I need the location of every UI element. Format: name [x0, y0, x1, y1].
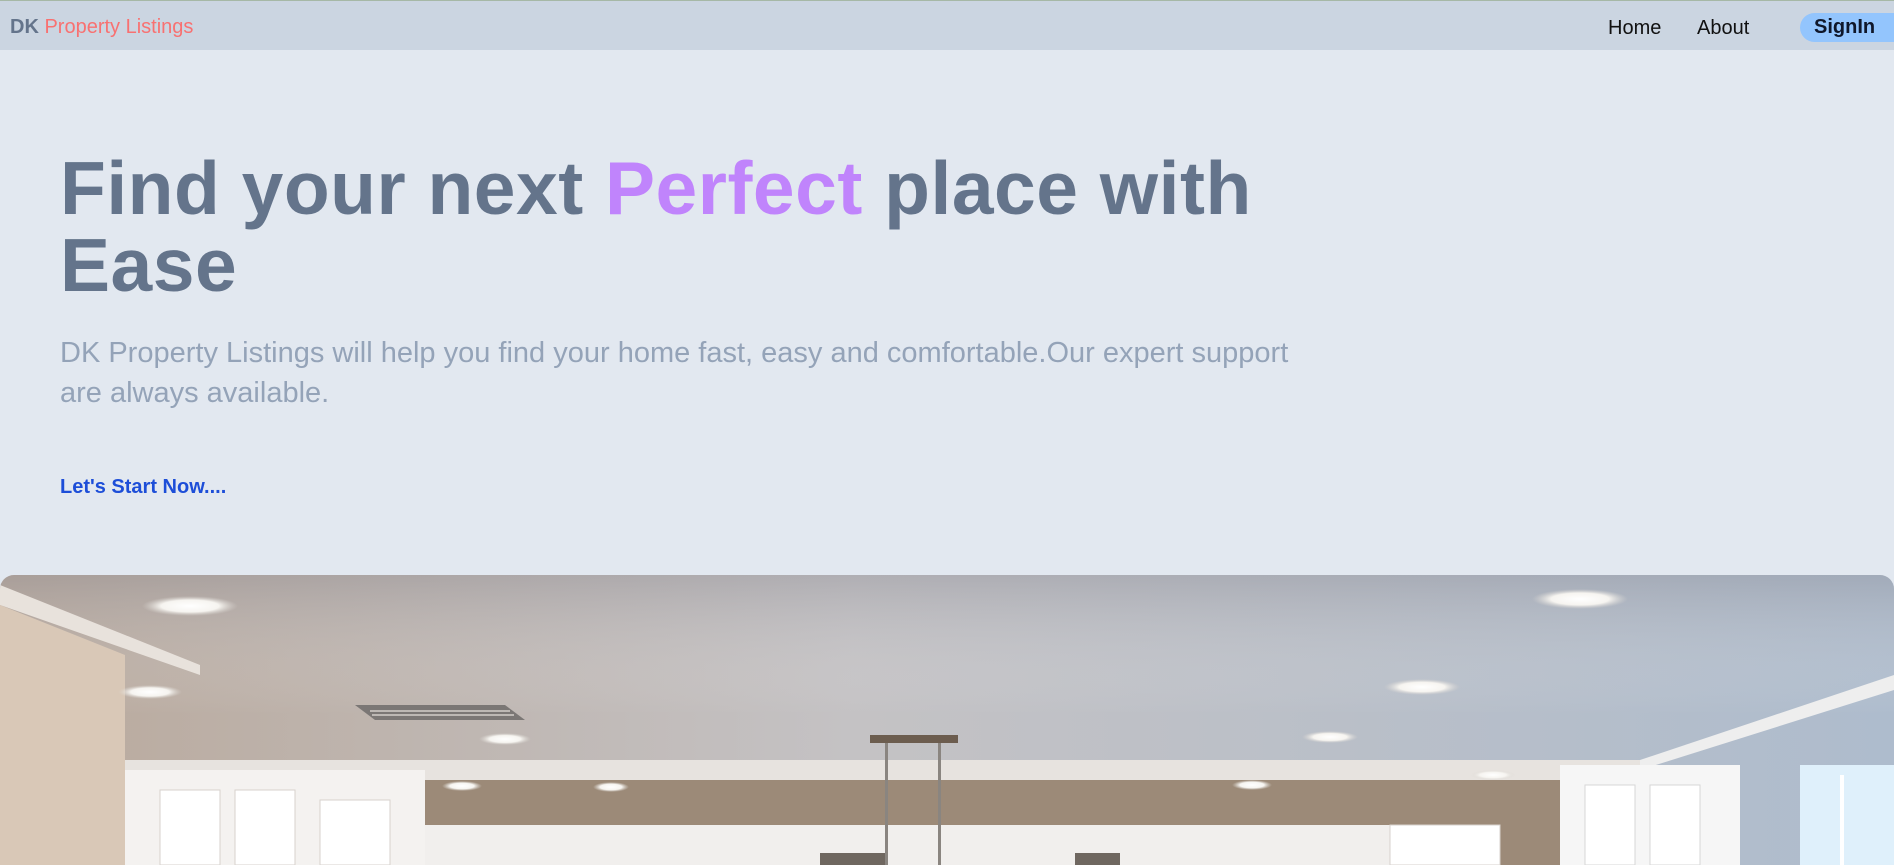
nav-about-link[interactable]: About: [1697, 16, 1749, 40]
hero-title: Find your next Perfect place with Ease: [60, 150, 1360, 304]
nav-home-link[interactable]: Home: [1608, 16, 1661, 40]
hero-subtitle: DK Property Listings will help you find …: [60, 337, 1289, 409]
hero-title-accent: Perfect: [605, 146, 863, 230]
brand-logo[interactable]: DK Property Listings: [10, 15, 193, 39]
start-now-link[interactable]: Let's Start Now....: [60, 475, 226, 499]
hero-title-before: Find your next: [60, 146, 606, 230]
site-header: DK Property Listings Home About SignIn: [0, 1, 1894, 50]
brand-prefix: DK: [10, 16, 39, 38]
signin-button[interactable]: SignIn: [1800, 13, 1894, 42]
brand-name: Property Listings: [44, 16, 194, 38]
hero-image: [0, 575, 1894, 865]
